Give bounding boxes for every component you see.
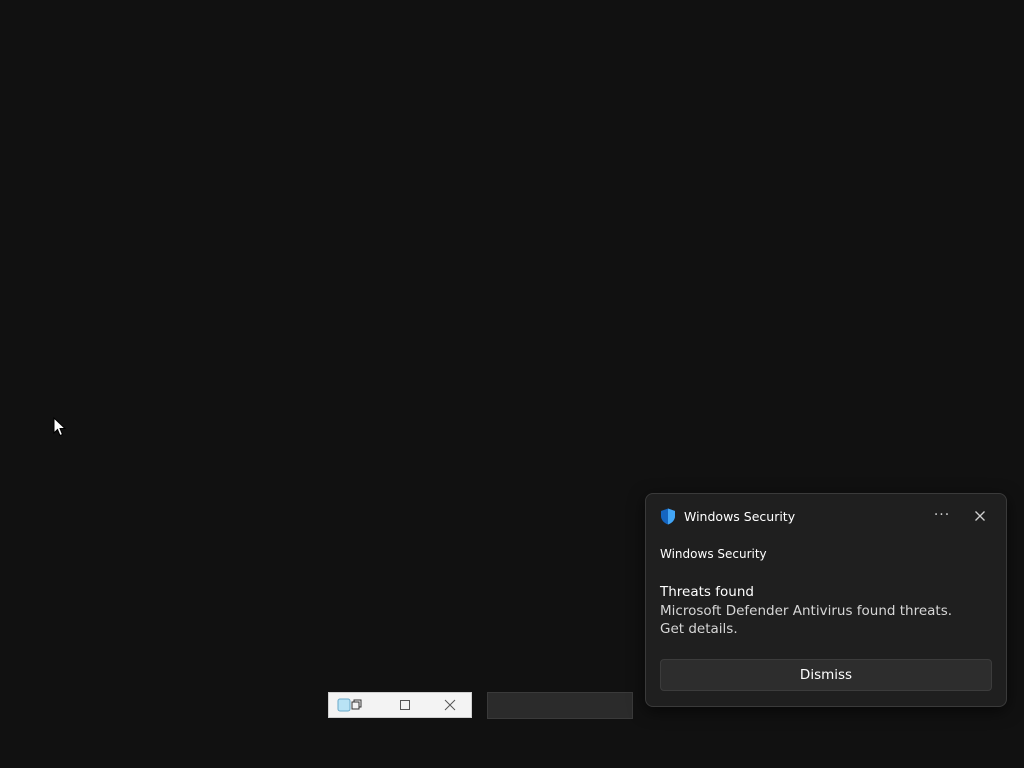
more-options-button[interactable]: ···: [928, 504, 956, 528]
desktop: Windows Security ··· Windows Security Th…: [0, 0, 1024, 768]
notification-toast[interactable]: Windows Security ··· Windows Security Th…: [645, 493, 1007, 707]
close-icon[interactable]: [968, 504, 992, 528]
minimized-window-bar[interactable]: [487, 692, 633, 719]
minimized-window-caption[interactable]: [328, 692, 472, 718]
mouse-cursor-icon: [53, 417, 67, 437]
toast-app-name: Windows Security: [684, 509, 796, 524]
dismiss-button[interactable]: Dismiss: [660, 659, 992, 691]
restore-icon[interactable]: [351, 699, 363, 711]
shield-icon: [661, 508, 675, 525]
toast-header: Windows Security ···: [646, 494, 1006, 538]
app-icon: [337, 698, 351, 712]
toast-source: Windows Security: [660, 547, 767, 561]
close-icon[interactable]: [444, 699, 456, 711]
toast-title: Threats found: [660, 584, 754, 600]
maximize-icon[interactable]: [399, 699, 411, 711]
toast-body: Microsoft Defender Antivirus found threa…: [660, 603, 953, 637]
